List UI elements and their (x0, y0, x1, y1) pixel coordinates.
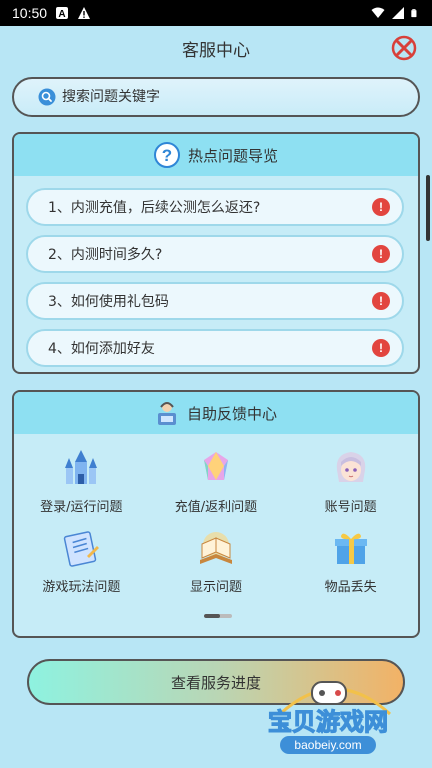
hot-question-item[interactable]: 1、内测充值，后续公测怎么返还? ! (26, 188, 404, 226)
gift-icon (334, 533, 367, 564)
alert-icon: ! (372, 198, 390, 216)
page-indicator (204, 614, 232, 618)
category-gameplay[interactable]: 游戏玩法问题 (14, 528, 149, 608)
hot-questions-header: ? 热点问题导览 (14, 134, 418, 176)
category-item-lost[interactable]: 物品丢失 (283, 528, 418, 608)
search-icon (38, 88, 56, 106)
view-service-progress-label: 查看服务进度 (170, 673, 261, 692)
svg-text:baobeiy.com: baobeiy.com (294, 738, 361, 752)
status-time: 10:50 (12, 5, 48, 21)
svg-text:A: A (58, 9, 65, 20)
battery-icon (411, 9, 417, 18)
signal-icon (392, 7, 404, 19)
category-account[interactable]: 账号问题 (283, 448, 418, 528)
hot-questions-title: 热点问题导览 (187, 146, 278, 165)
hot-question-label: 3、如何使用礼包码 (48, 294, 169, 310)
character-avatar-icon (336, 452, 365, 482)
hot-question-label: 1、内测充值，后续公测怎么返还? (48, 200, 261, 216)
alert-icon: ! (372, 339, 390, 357)
svg-text:宝贝游戏网: 宝贝游戏网 (268, 708, 388, 736)
hot-list-scrollbar[interactable] (426, 175, 430, 241)
category-label: 显示问题 (189, 580, 242, 595)
category-label: 充值/返利问题 (174, 500, 258, 515)
help-question-icon: ? (153, 142, 180, 168)
wifi-icon (371, 7, 385, 18)
warning-icon (78, 7, 91, 19)
hot-question-label: 2、内测时间多久? (48, 247, 163, 263)
view-service-progress-button[interactable]: 查看服务进度 (27, 659, 405, 705)
app-notification-icon: A (56, 7, 69, 20)
hot-questions-list: 1、内测充值，后续公测怎么返还? ! 2、内测时间多久? ! 3、如何使用礼包码… (14, 176, 418, 367)
self-service-panel: 自助反馈中心 登录/运行问题 充值/返利问题 账号问题 游戏玩法问题 显示问题 … (12, 390, 420, 638)
alert-icon: ! (372, 245, 390, 263)
castle-icon (65, 450, 98, 484)
self-service-header: 自助反馈中心 (14, 392, 418, 434)
close-icon[interactable] (390, 34, 418, 62)
status-bar: 10:50 A (0, 0, 432, 26)
search-bar[interactable] (12, 77, 420, 117)
category-display[interactable]: 显示问题 (149, 528, 284, 608)
hot-question-item[interactable]: 3、如何使用礼包码 ! (26, 282, 404, 320)
alert-icon: ! (372, 292, 390, 310)
svg-text:?: ? (162, 146, 172, 165)
gem-icon (203, 452, 228, 480)
hot-question-item[interactable]: 4、如何添加好友 ! (26, 329, 404, 367)
category-label: 游戏玩法问题 (42, 580, 121, 595)
hot-question-item[interactable]: 2、内测时间多久? ! (26, 235, 404, 273)
category-label: 账号问题 (324, 500, 377, 515)
notebook-icon (64, 531, 100, 567)
hot-question-label: 4、如何添加好友 (48, 341, 155, 357)
search-input[interactable] (62, 89, 362, 105)
hot-questions-panel: ? 热点问题导览 1、内测充值，后续公测怎么返还? ! 2、内测时间多久? ! … (12, 132, 420, 374)
category-label: 物品丢失 (324, 580, 377, 595)
page-title: 客服中心 (182, 40, 250, 61)
service-agent-icon (157, 402, 176, 425)
category-recharge-rebate[interactable]: 充值/返利问题 (149, 448, 284, 528)
category-label: 登录/运行问题 (40, 500, 123, 515)
page-indicator-active (204, 614, 220, 618)
book-icon (199, 532, 232, 564)
self-service-grid: 登录/运行问题 充值/返利问题 账号问题 游戏玩法问题 显示问题 物品丢失 (14, 434, 418, 608)
category-login-run[interactable]: 登录/运行问题 (14, 448, 149, 528)
title-bar: 客服中心 (0, 26, 432, 70)
self-service-title: 自助反馈中心 (186, 404, 277, 423)
